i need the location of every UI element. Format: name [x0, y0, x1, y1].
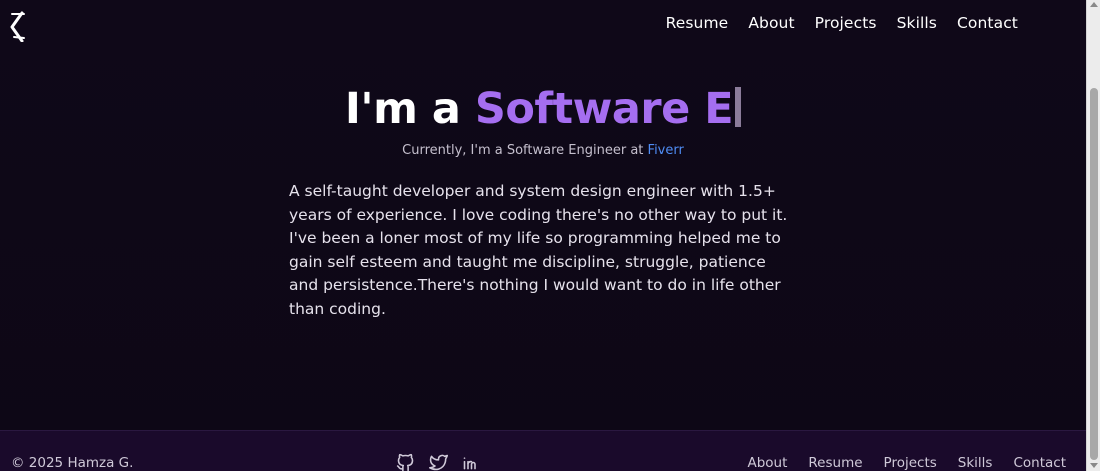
nav-about[interactable]: About: [748, 14, 794, 32]
twitter-icon[interactable]: [428, 452, 449, 471]
portfolio-page: Resume About Projects Skills Contact I'm…: [0, 0, 1100, 471]
bio-paragraph: A self-taught developer and system desig…: [289, 182, 788, 318]
hero-subtitle: Currently, I'm a Software Engineer at Fi…: [0, 143, 1086, 158]
nav-projects[interactable]: Projects: [815, 14, 877, 32]
github-icon[interactable]: [395, 452, 416, 471]
linkedin-icon[interactable]: [461, 452, 482, 471]
scroll-thumb[interactable]: [1090, 88, 1098, 460]
typing-cursor: [735, 87, 742, 127]
footer-nav-contact[interactable]: Contact: [1013, 455, 1066, 471]
nav-contact[interactable]: Contact: [957, 14, 1018, 32]
nav-skills[interactable]: Skills: [897, 14, 937, 32]
hero-title-prefix: I'm a: [344, 84, 475, 134]
footer-nav-projects[interactable]: Projects: [884, 455, 937, 471]
footer-nav-about[interactable]: About: [747, 455, 787, 471]
footer-nav-skills[interactable]: Skills: [958, 455, 993, 471]
scroll-up-arrow-icon[interactable]: [1090, 2, 1098, 7]
social-links: [395, 452, 482, 471]
footer-nav-resume[interactable]: Resume: [808, 455, 862, 471]
copyright-text: © 2025 Hamza G.: [11, 455, 134, 471]
top-nav: Resume About Projects Skills Contact: [666, 14, 1018, 32]
logo-icon[interactable]: [8, 10, 28, 42]
scrollbar[interactable]: [1086, 0, 1100, 471]
footer: © 2025 Hamza G. About Resume Projects Sk…: [0, 430, 1086, 471]
subtitle-text: Currently, I'm a Software Engineer at: [402, 143, 648, 158]
company-link[interactable]: Fiverr: [648, 143, 684, 158]
hero-title: I'm a Software E: [0, 84, 1086, 134]
scroll-down-arrow-icon[interactable]: [1090, 463, 1098, 468]
footer-nav: About Resume Projects Skills Contact: [747, 455, 1066, 471]
nav-resume[interactable]: Resume: [666, 14, 729, 32]
hero-title-typed: Software E: [474, 84, 734, 134]
